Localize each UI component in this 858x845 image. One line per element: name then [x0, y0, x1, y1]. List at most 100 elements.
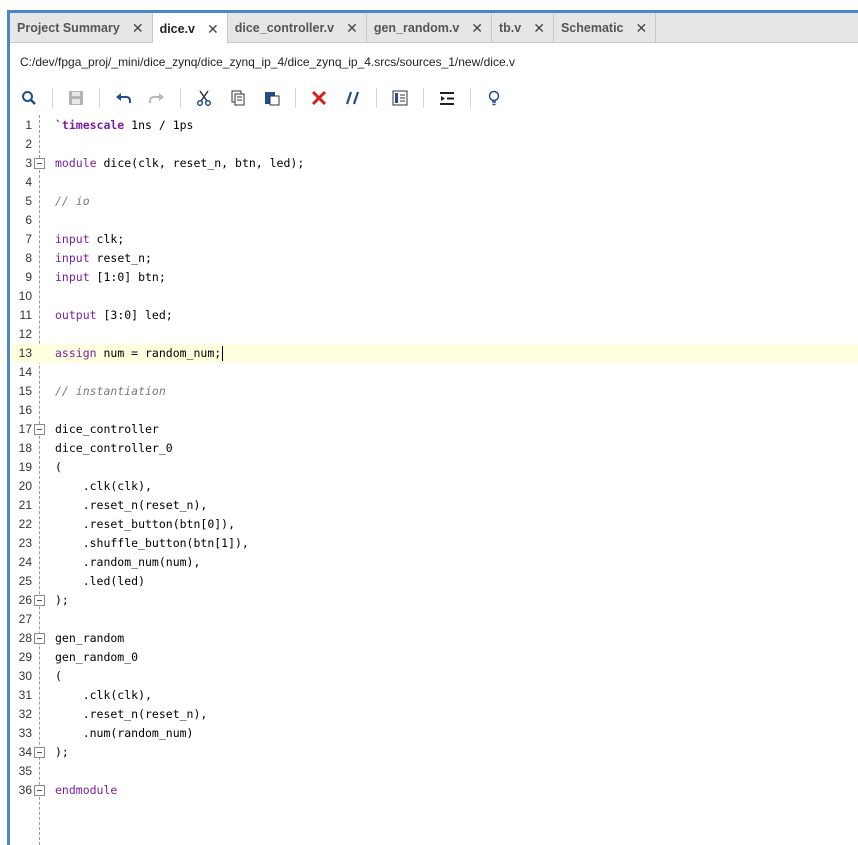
code-line[interactable]: 19 ( — [10, 458, 858, 477]
line-number: 34 — [18, 745, 32, 759]
close-icon[interactable]: ✕ — [132, 21, 144, 35]
code-text: .reset_n(reset_n), — [55, 498, 208, 512]
code-line[interactable]: 26); — [10, 591, 858, 610]
code-text: input clk; — [55, 232, 125, 246]
code-text: input reset_n; — [55, 251, 152, 265]
code-line[interactable]: 15 // instantiation — [10, 382, 858, 401]
search-icon[interactable] — [18, 87, 40, 109]
line-number: 19 — [18, 460, 32, 474]
code-line[interactable]: 11 output [3:0] led; — [10, 306, 858, 325]
code-text: .reset_n(reset_n), — [55, 707, 208, 721]
code-line[interactable]: 31 .clk(clk), — [10, 686, 858, 705]
tab-gen-random-v[interactable]: gen_random.v ✕ — [367, 13, 492, 43]
line-number: 25 — [18, 574, 32, 588]
toolbar-separator — [295, 88, 296, 108]
line-number: 30 — [18, 669, 32, 683]
code-text: .led(led) — [55, 574, 146, 588]
editor-window: Project Summary ✕ dice.v ✕ dice_controller.v… — [0, 0, 858, 845]
indent-icon[interactable] — [436, 87, 458, 109]
close-icon[interactable]: ✕ — [346, 21, 358, 35]
code-line[interactable]: 9 input [1:0] btn; — [10, 268, 858, 287]
delete-icon[interactable] — [308, 87, 330, 109]
code-line[interactable]: 28 gen_random — [10, 629, 858, 648]
copy-icon[interactable] — [227, 87, 249, 109]
code-text: // io — [55, 194, 90, 208]
comment-icon[interactable] — [342, 87, 364, 109]
code-line[interactable]: 35 — [10, 762, 858, 781]
code-line[interactable]: 18 dice_controller_0 — [10, 439, 858, 458]
tab-tb-v[interactable]: tb.v ✕ — [492, 13, 554, 43]
text-caret — [222, 346, 224, 361]
code-text: module dice(clk, reset_n, btn, led); — [55, 156, 305, 170]
tab-dice-controller-v[interactable]: dice_controller.v ✕ — [228, 13, 367, 43]
code-line[interactable]: 17 dice_controller — [10, 420, 858, 439]
code-line[interactable]: 24 .random_num(num), — [10, 553, 858, 572]
code-line[interactable]: 8 input reset_n; — [10, 249, 858, 268]
paste-icon[interactable] — [261, 87, 283, 109]
code-text: gen_random_0 — [55, 650, 139, 664]
code-line[interactable]: 22 .reset_button(btn[0]), — [10, 515, 858, 534]
code-line[interactable]: 27 — [10, 610, 858, 629]
line-number: 8 — [25, 251, 32, 265]
fold-toggle-icon[interactable] — [34, 595, 45, 606]
cut-icon[interactable] — [193, 87, 215, 109]
editor-toolbar — [10, 84, 858, 112]
block-comment-icon[interactable] — [389, 87, 411, 109]
line-number: 10 — [18, 289, 32, 303]
code-text: dice_controller — [55, 422, 159, 436]
fold-toggle-icon[interactable] — [34, 747, 45, 758]
fold-toggle-icon[interactable] — [34, 633, 45, 644]
code-text: .clk(clk), — [55, 479, 152, 493]
tab-schematic[interactable]: Schematic ✕ — [554, 13, 657, 43]
code-line[interactable]: 25 .led(led) — [10, 572, 858, 591]
fold-toggle-icon[interactable] — [34, 158, 45, 169]
fold-toggle-icon[interactable] — [34, 424, 45, 435]
save-icon[interactable] — [65, 87, 87, 109]
code-line[interactable]: 32 .reset_n(reset_n), — [10, 705, 858, 724]
close-icon[interactable]: ✕ — [636, 21, 648, 35]
line-number: 20 — [18, 479, 32, 493]
code-line[interactable]: 3 module dice(clk, reset_n, btn, led); — [10, 154, 858, 173]
close-icon[interactable]: ✕ — [533, 21, 545, 35]
code-line[interactable]: 7 input clk; — [10, 230, 858, 249]
code-text: ( — [55, 669, 62, 683]
code-line[interactable]: 29 gen_random_0 — [10, 648, 858, 667]
close-icon[interactable]: ✕ — [471, 21, 483, 35]
toolbar-separator — [376, 88, 377, 108]
fold-toggle-icon[interactable] — [34, 785, 45, 796]
code-text: .reset_button(btn[0]), — [55, 517, 236, 531]
code-text: .random_num(num), — [55, 555, 201, 569]
code-line[interactable]: 34); — [10, 743, 858, 762]
code-line[interactable]: 36 endmodule — [10, 781, 858, 800]
code-line[interactable]: 1 `timescale 1ns / 1ps — [10, 116, 858, 135]
lightbulb-icon[interactable] — [483, 87, 505, 109]
code-line[interactable]: 16 — [10, 401, 858, 420]
line-number: 18 — [18, 441, 32, 455]
tab-label: gen_random.v — [373, 21, 460, 35]
close-icon[interactable]: ✕ — [207, 22, 219, 36]
code-line[interactable]: 21 .reset_n(reset_n), — [10, 496, 858, 515]
line-number: 5 — [25, 194, 32, 208]
code-line[interactable]: 4 — [10, 173, 858, 192]
code-line[interactable]: 14 — [10, 363, 858, 382]
code-line[interactable]: 23 .shuffle_button(btn[1]), — [10, 534, 858, 553]
code-line[interactable]: 6 — [10, 211, 858, 230]
code-line[interactable]: 10 — [10, 287, 858, 306]
code-text: ); — [55, 593, 69, 607]
code-line[interactable]: 12 — [10, 325, 858, 344]
code-line[interactable]: 13 assign num = random_num; — [10, 344, 858, 363]
code-line[interactable]: 20 .clk(clk), — [10, 477, 858, 496]
line-number: 24 — [18, 555, 32, 569]
code-line[interactable]: 2 — [10, 135, 858, 154]
code-editor[interactable]: 1 `timescale 1ns / 1ps 2 3 module dice(clk, … — [10, 115, 858, 845]
line-number: 32 — [18, 707, 32, 721]
redo-icon[interactable] — [146, 87, 168, 109]
code-line[interactable]: 30 ( — [10, 667, 858, 686]
code-line[interactable]: 5 // io — [10, 192, 858, 211]
line-number: 7 — [25, 232, 32, 246]
undo-icon[interactable] — [112, 87, 134, 109]
tab-dice-v[interactable]: dice.v ✕ — [152, 13, 228, 44]
tab-project-summary[interactable]: Project Summary ✕ — [10, 13, 153, 43]
line-number: 1 — [25, 118, 32, 132]
code-line[interactable]: 33 .num(random_num) — [10, 724, 858, 743]
